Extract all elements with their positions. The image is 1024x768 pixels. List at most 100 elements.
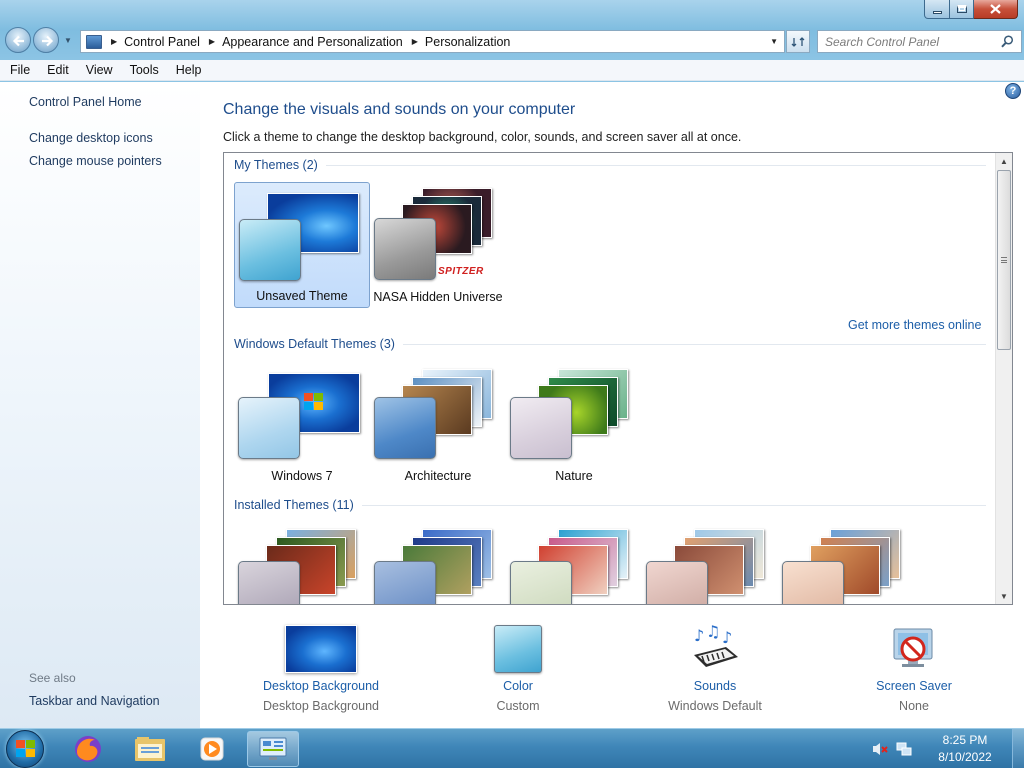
- control-panel-home-link[interactable]: Control Panel Home: [29, 95, 142, 109]
- theme-installed-5[interactable]: [778, 523, 914, 604]
- theme-thumbnail: [234, 361, 370, 461]
- taskbar-control-panel[interactable]: [247, 731, 299, 767]
- scroll-thumb[interactable]: [997, 170, 1011, 350]
- theme-windows-7[interactable]: Windows 7: [234, 361, 370, 487]
- group-divider: [325, 164, 986, 166]
- help-icon: ?: [1009, 85, 1017, 97]
- theme-thumbnail: [778, 523, 914, 604]
- theme-installed-4[interactable]: [642, 523, 778, 604]
- theme-architecture[interactable]: Architecture: [370, 361, 506, 487]
- scroll-grip-icon: [1001, 257, 1007, 263]
- windows-flag-icon: [16, 740, 35, 757]
- menu-tools[interactable]: Tools: [120, 63, 166, 77]
- taskbar-navigation-link[interactable]: Taskbar and Navigation: [29, 694, 160, 708]
- theme-list-scrollbar[interactable]: ▲ ▼: [995, 153, 1012, 604]
- recent-pages-dropdown[interactable]: ▼: [64, 36, 72, 45]
- system-tray: 8:25 PM 8/10/2022: [872, 729, 1024, 768]
- back-arrow-icon: [12, 35, 24, 47]
- maximize-button[interactable]: [950, 0, 974, 19]
- sounds-link[interactable]: Sounds: [640, 679, 790, 693]
- control-panel-icon: [259, 737, 287, 760]
- change-mouse-pointers-link[interactable]: Change mouse pointers: [29, 154, 162, 168]
- group-heading-label: Windows Default Themes (3): [234, 337, 395, 351]
- windows-explorer-icon: [135, 737, 165, 761]
- clock-time: 8:25 PM: [942, 733, 988, 747]
- get-more-themes-link[interactable]: Get more themes online: [848, 318, 981, 332]
- forward-button[interactable]: [33, 27, 59, 53]
- theme-nature[interactable]: Nature: [506, 361, 642, 487]
- address-bar[interactable]: ▶ Control Panel ▶ Appearance and Persona…: [80, 30, 785, 53]
- theme-label: Unsaved Theme: [256, 289, 348, 303]
- start-button[interactable]: [6, 730, 44, 768]
- taskbar-windows-explorer[interactable]: [124, 731, 176, 767]
- taskbar-firefox[interactable]: [62, 731, 114, 767]
- taskbar-media-player[interactable]: [186, 731, 238, 767]
- back-button[interactable]: [5, 27, 31, 53]
- restore-icon: [956, 5, 967, 13]
- breadcrumb-arrow-icon[interactable]: ▶: [209, 37, 215, 46]
- theme-installed-2[interactable]: [370, 523, 506, 604]
- group-heading-installed-themes: Installed Themes (11): [234, 498, 986, 512]
- scroll-up-button[interactable]: ▲: [996, 153, 1012, 169]
- screen-saver-icon[interactable]: [890, 625, 940, 673]
- breadcrumb-control-panel[interactable]: Control Panel: [124, 35, 200, 49]
- clock-date: 8/10/2022: [938, 750, 992, 764]
- menu-view[interactable]: View: [76, 63, 120, 77]
- menu-edit[interactable]: Edit: [37, 63, 76, 77]
- search-icon[interactable]: [1001, 35, 1014, 48]
- theme-thumbnail: SPITZER: [370, 182, 506, 282]
- help-button[interactable]: ?: [1005, 83, 1021, 99]
- color-value: Custom: [496, 699, 540, 713]
- theme-label: NASA Hidden Universe: [373, 290, 503, 304]
- theme-installed-1[interactable]: [234, 523, 370, 604]
- address-dropdown-icon[interactable]: ▼: [770, 37, 778, 46]
- page-title: Change the visuals and sounds on your co…: [223, 101, 576, 118]
- minimize-icon: [932, 10, 942, 14]
- group-heading-label: Installed Themes (11): [234, 498, 354, 512]
- theme-list: My Themes (2) Unsaved Theme SPITZER NASA…: [223, 152, 1013, 605]
- theme-thumbnail: [506, 523, 642, 604]
- taskbar: 8:25 PM 8/10/2022: [0, 728, 1024, 768]
- page-subtitle: Click a theme to change the desktop back…: [223, 130, 742, 144]
- network-icon[interactable]: [896, 741, 912, 757]
- menu-help[interactable]: Help: [166, 63, 209, 77]
- see-also-label: See also: [29, 671, 76, 685]
- breadcrumb-arrow-icon[interactable]: ▶: [412, 37, 418, 46]
- screen-saver-value: None: [899, 699, 929, 713]
- desktop-background-link[interactable]: Desktop Background: [246, 679, 396, 693]
- group-divider: [402, 343, 986, 345]
- theme-unsaved[interactable]: Unsaved Theme: [234, 182, 370, 308]
- search-input[interactable]: [818, 34, 993, 49]
- scroll-down-button[interactable]: ▼: [996, 588, 1012, 604]
- show-desktop-button[interactable]: [1012, 729, 1024, 768]
- theme-nasa-hidden-universe[interactable]: SPITZER NASA Hidden Universe: [370, 182, 506, 308]
- screen-saver-link[interactable]: Screen Saver: [839, 679, 989, 693]
- breadcrumb-arrow-icon[interactable]: ▶: [111, 37, 117, 46]
- close-button[interactable]: [974, 0, 1018, 19]
- desktop-background-icon[interactable]: [285, 625, 357, 673]
- svg-text:♪: ♪: [722, 628, 732, 647]
- control-panel-icon: [86, 34, 102, 49]
- task-sidebar: Control Panel Home Change desktop icons …: [0, 82, 200, 728]
- theme-thumbnail: [234, 523, 370, 604]
- theme-label: Nature: [555, 469, 593, 483]
- sounds-icon[interactable]: ♪ ♫ ♪: [690, 625, 740, 673]
- search-box[interactable]: [817, 30, 1022, 53]
- theme-installed-3[interactable]: [506, 523, 642, 604]
- refresh-button[interactable]: [786, 30, 810, 53]
- volume-muted-icon[interactable]: [872, 741, 888, 757]
- color-link[interactable]: Color: [443, 679, 593, 693]
- clock[interactable]: 8:25 PM 8/10/2022: [926, 732, 1004, 766]
- theme-thumbnail: [506, 361, 642, 461]
- refresh-icon: [791, 36, 805, 47]
- minimize-button[interactable]: [924, 0, 950, 19]
- group-heading-default-themes: Windows Default Themes (3): [234, 337, 986, 351]
- menu-bar: File Edit View Tools Help: [0, 60, 1024, 81]
- spitzer-logo: SPITZER: [438, 266, 484, 277]
- breadcrumb-appearance[interactable]: Appearance and Personalization: [222, 35, 403, 49]
- window-color-icon[interactable]: [494, 625, 542, 673]
- change-desktop-icons-link[interactable]: Change desktop icons: [29, 131, 153, 145]
- menu-file[interactable]: File: [0, 63, 37, 77]
- theme-label: Architecture: [404, 469, 472, 483]
- breadcrumb-personalization[interactable]: Personalization: [425, 35, 510, 49]
